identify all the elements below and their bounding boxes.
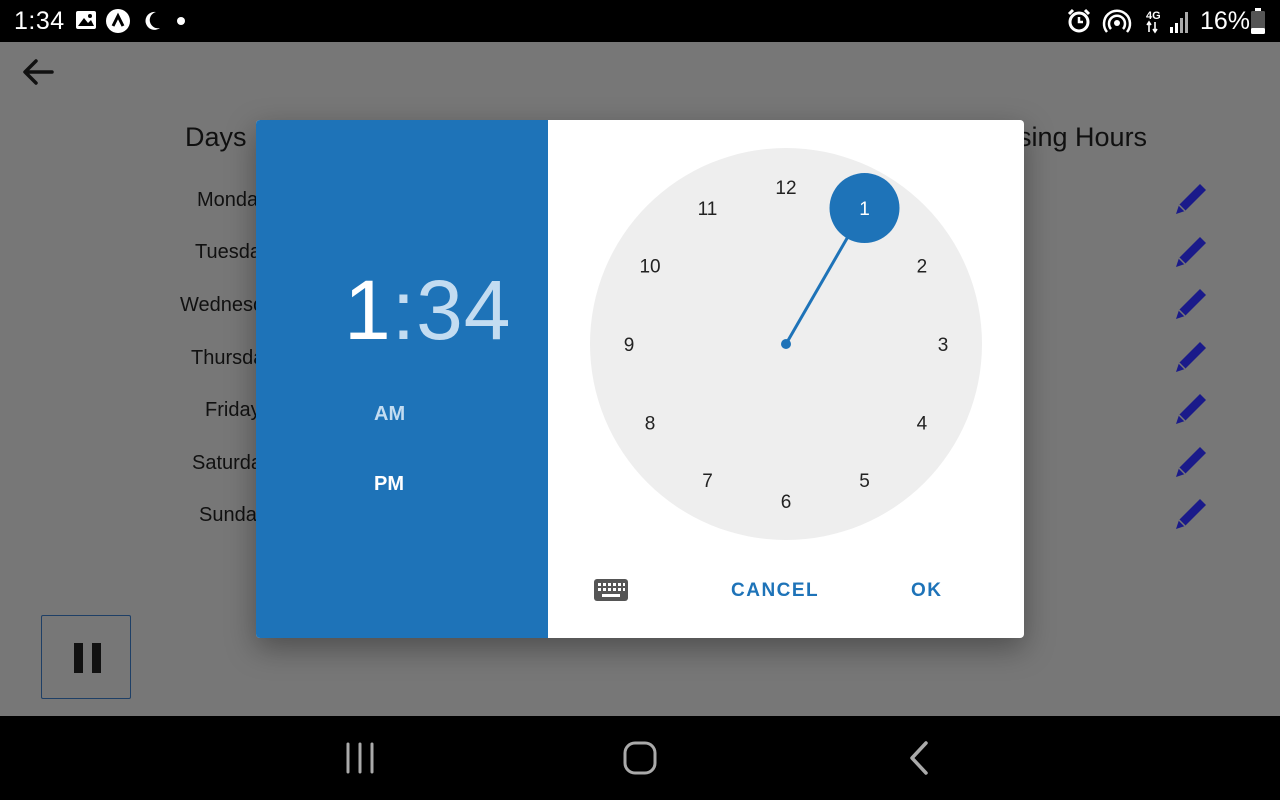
battery-icon <box>1251 8 1265 34</box>
pause-icon <box>74 643 83 673</box>
dial-number-5[interactable]: 5 <box>859 471 870 492</box>
status-time: 1:34 <box>14 7 65 35</box>
cancel-button[interactable]: CANCEL <box>731 580 819 602</box>
time-separator: : <box>391 263 417 357</box>
dial-number-11[interactable]: 11 <box>698 199 718 220</box>
day-label-sunday: Sunda <box>199 504 257 526</box>
pencil-icon[interactable] <box>1170 178 1210 218</box>
pencil-icon[interactable] <box>1170 388 1210 428</box>
pause-icon <box>92 643 101 673</box>
clock-center-dot <box>781 339 791 349</box>
back-icon[interactable] <box>898 738 942 778</box>
closing-hours-column-header: sing Hours <box>1018 122 1148 152</box>
dial-number-3[interactable]: 3 <box>938 335 949 356</box>
hotspot-icon <box>1102 9 1132 33</box>
home-icon[interactable] <box>618 738 662 778</box>
dot-icon <box>177 17 185 25</box>
signal-icon: 4G <box>1146 10 1188 34</box>
days-column-header: Days <box>185 122 247 152</box>
dial-number-6[interactable]: 6 <box>781 492 792 513</box>
do-not-disturb-icon <box>145 11 160 30</box>
dial-number-1[interactable]: 1 <box>859 199 870 220</box>
dial-number-4[interactable]: 4 <box>917 414 928 435</box>
pencil-icon[interactable] <box>1170 493 1210 533</box>
pencil-icon[interactable] <box>1170 283 1210 323</box>
day-label-wednesday: Wednesc <box>180 294 264 316</box>
time-picker-dialog: 1:34 AM PM 12 1 2 3 4 5 6 7 8 9 10 11 CANCEL OK <box>256 120 1024 638</box>
back-arrow-icon[interactable] <box>20 54 56 90</box>
time-header: 1:34 AM PM <box>256 120 548 638</box>
app-icon <box>106 9 130 33</box>
day-label-monday: Monda <box>197 189 259 211</box>
pencil-icon[interactable] <box>1170 336 1210 376</box>
alarm-icon <box>1067 8 1091 33</box>
day-label-saturday: Saturda <box>192 452 263 474</box>
pm-toggle[interactable]: PM <box>374 473 404 496</box>
am-toggle[interactable]: AM <box>374 403 405 426</box>
dial-number-9[interactable]: 9 <box>624 335 635 356</box>
recent-apps-icon[interactable] <box>338 738 382 778</box>
ok-button[interactable]: OK <box>911 580 943 602</box>
dial-number-7[interactable]: 7 <box>702 471 713 492</box>
status-bar: 1:34 4G 16% <box>0 0 1280 42</box>
pencil-icon[interactable] <box>1170 231 1210 271</box>
image-icon <box>76 11 96 29</box>
hour-display[interactable]: 1 <box>344 263 392 357</box>
network-label: 4G <box>1146 10 1161 22</box>
clock-dial[interactable]: 121234567891011 <box>590 148 982 540</box>
pause-button[interactable] <box>41 615 131 699</box>
dial-number-10[interactable]: 10 <box>639 257 660 278</box>
day-label-tuesday: Tuesda <box>195 241 261 263</box>
day-label-friday: Friday <box>205 399 261 421</box>
minute-display[interactable]: 34 <box>416 263 511 357</box>
dial-number-8[interactable]: 8 <box>645 414 656 435</box>
dial-number-2[interactable]: 2 <box>917 257 928 278</box>
battery-percent: 16% <box>1200 7 1251 35</box>
dial-number-12[interactable]: 12 <box>775 178 796 199</box>
keyboard-icon[interactable] <box>592 575 632 605</box>
pencil-icon[interactable] <box>1170 441 1210 481</box>
day-label-thursday: Thursda <box>191 347 265 369</box>
navigation-bar <box>0 716 1280 800</box>
time-display: 1:34 <box>344 268 512 352</box>
